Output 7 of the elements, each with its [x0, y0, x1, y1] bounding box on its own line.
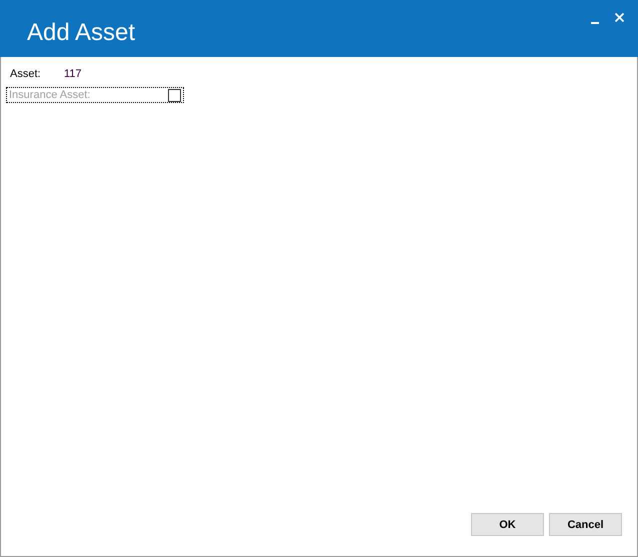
window-title: Add Asset	[27, 19, 136, 47]
checkbox-label: Insurance Asset:	[9, 89, 90, 101]
field-value: 117	[64, 68, 82, 80]
ok-button[interactable]: OK	[471, 513, 544, 536]
cancel-button[interactable]: Cancel	[549, 513, 622, 536]
field-label: Asset:	[10, 68, 42, 80]
close-icon[interactable]	[615, 13, 624, 22]
